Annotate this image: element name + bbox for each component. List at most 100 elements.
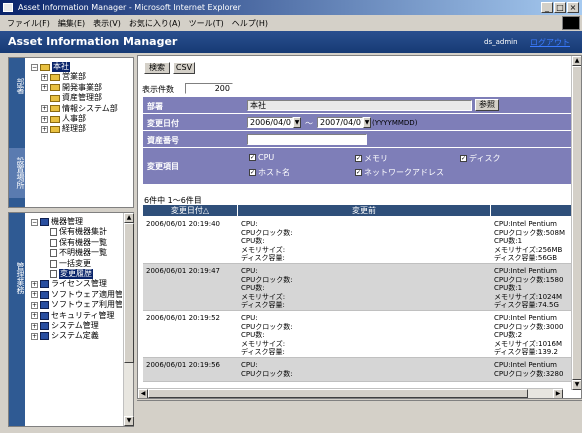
- check-disk[interactable]: ✓ ディスク: [460, 153, 500, 164]
- logout-link[interactable]: ログアウト: [530, 37, 570, 48]
- csv-button[interactable]: CSV: [173, 62, 195, 74]
- scroll-left-icon[interactable]: ◀: [138, 389, 148, 398]
- cell-before: CPU: CPUクロック数: CPU数: メモリサイズ: ディスク容量:: [241, 220, 293, 262]
- tree-node[interactable]: 変更履歴: [41, 269, 93, 279]
- tree-node-label: 営業部: [62, 72, 86, 82]
- table-row[interactable]: 2006/06/01 20:19:47 CPU: CPUクロック数: CPU数: …: [143, 264, 573, 311]
- cell-after: CPU:Intel Pentium CPUクロック数:508M CPU数:1 メ…: [494, 220, 565, 262]
- task-scrollbar[interactable]: ▲ ▼: [123, 213, 134, 426]
- col-before-header[interactable]: 変更前: [238, 205, 491, 216]
- tab-dept[interactable]: 部署: [9, 66, 25, 106]
- cell-before: CPU: CPUクロック数: CPU数: メモリサイズ: ディスク容量:: [241, 314, 293, 356]
- date-to-field[interactable]: 2007/04/01: [317, 117, 363, 128]
- cell-date: 2006/06/01 20:19:40: [146, 220, 221, 228]
- asset-label: 資産番号: [147, 136, 179, 145]
- scroll-thumb[interactable]: [124, 223, 134, 363]
- ie-icon: [3, 3, 13, 12]
- expand-icon[interactable]: +: [31, 280, 38, 288]
- check-network-address[interactable]: ✓ ネットワークアドレス: [355, 167, 444, 178]
- vscroll-thumb[interactable]: [572, 66, 581, 380]
- table-row[interactable]: 2006/06/01 20:19:40 CPU: CPUクロック数: CPU数: …: [143, 217, 573, 264]
- expand-icon[interactable]: +: [31, 301, 38, 309]
- col-date-header[interactable]: 変更日付△: [143, 205, 238, 216]
- table-row[interactable]: 2006/06/01 20:19:52 CPU: CPUクロック数: CPU数: …: [143, 311, 573, 358]
- menu-favorites[interactable]: お気に入り(A): [125, 18, 185, 29]
- expand-icon[interactable]: +: [41, 73, 48, 81]
- menu-tools[interactable]: ツール(T): [185, 18, 228, 29]
- tree-node-label: 資産管理部: [62, 93, 102, 103]
- table-row[interactable]: 2006/06/01 20:19:56 CPU: CPUクロック数: CPU:Int…: [143, 358, 573, 382]
- tree-node[interactable]: 不明機器一覧: [41, 248, 107, 258]
- tree-node[interactable]: + 情報システム部: [41, 104, 118, 114]
- tree-node[interactable]: + 人事部: [41, 114, 86, 124]
- expand-icon[interactable]: +: [31, 322, 38, 330]
- folder-icon: [50, 125, 60, 133]
- tree-node[interactable]: + システム管理: [31, 321, 99, 331]
- tab-location[interactable]: 設置場所: [9, 148, 25, 198]
- collapse-icon[interactable]: −: [31, 63, 38, 71]
- collapse-icon[interactable]: −: [31, 218, 38, 226]
- cell-after: CPU:Intel Pentium CPUクロック数:3000 CPU数:2 メ…: [494, 314, 564, 356]
- menu-file[interactable]: ファイル(F): [3, 18, 54, 29]
- scroll-up-icon[interactable]: ▲: [572, 56, 581, 66]
- page-icon: [50, 259, 57, 268]
- tree-node[interactable]: + 開発事業部: [41, 83, 102, 93]
- status-bar: [137, 400, 582, 433]
- ref-button[interactable]: 参照: [475, 99, 499, 111]
- tree-node[interactable]: + システム定義: [31, 331, 99, 341]
- tree-node[interactable]: − 本社: [31, 62, 70, 72]
- menu-view[interactable]: 表示(V): [89, 18, 125, 29]
- scroll-up-icon[interactable]: ▲: [124, 213, 134, 223]
- search-button[interactable]: 検索: [144, 62, 170, 74]
- menu-edit[interactable]: 編集(E): [54, 18, 89, 29]
- tree-node-label: ソフトウェア適用管理: [51, 289, 122, 299]
- check-memory[interactable]: ✓ メモリ: [355, 153, 388, 164]
- expand-icon[interactable]: +: [41, 115, 48, 123]
- tree-node[interactable]: 保有機器集計: [41, 227, 107, 237]
- scroll-down-icon[interactable]: ▼: [572, 380, 581, 390]
- folder-icon: [50, 73, 60, 81]
- expand-icon[interactable]: +: [41, 105, 48, 113]
- tree-node[interactable]: 保有機器一覧: [41, 238, 107, 248]
- tree-node-label: 開発事業部: [62, 82, 102, 92]
- tree-node-label: 経理部: [62, 124, 86, 134]
- tree-node[interactable]: 一括変更: [41, 259, 91, 269]
- date-format-hint: (YYYYMMDD): [372, 119, 418, 127]
- tree-node[interactable]: − 機器管理: [31, 217, 83, 227]
- expand-icon[interactable]: +: [31, 312, 38, 320]
- dept-field[interactable]: 本社: [247, 100, 472, 111]
- col-after-header[interactable]: [491, 205, 573, 216]
- tree-node[interactable]: + 経理部: [41, 124, 86, 134]
- check-hostname[interactable]: ✓ ホスト名: [249, 167, 290, 178]
- calendar-to-icon[interactable]: ▼: [363, 117, 371, 128]
- tab-management[interactable]: 管理業務: [9, 253, 25, 303]
- browser-window: Asset Information Manager - Microsoft In…: [0, 0, 582, 433]
- expand-icon[interactable]: +: [41, 125, 48, 133]
- module-icon: [40, 218, 49, 226]
- minimize-button[interactable]: _: [541, 2, 553, 13]
- main-vscrollbar[interactable]: ▲ ▼: [571, 56, 581, 390]
- task-tree: − 機器管理 保有機器集計 保有機器一覧 不明機器一覧 一括変更 変更履歴 + ライセンス管理 +…: [27, 213, 122, 426]
- tree-node[interactable]: + セキュリティ管理: [31, 311, 115, 321]
- expand-icon[interactable]: +: [41, 84, 48, 92]
- expand-icon[interactable]: +: [31, 291, 38, 299]
- tree-node[interactable]: 資産管理部: [41, 93, 102, 103]
- asset-number-field[interactable]: [247, 134, 367, 145]
- tree-node[interactable]: + ソフトウェア利用管理: [31, 300, 122, 310]
- tree-node[interactable]: + 営業部: [41, 72, 86, 82]
- menu-help[interactable]: ヘルプ(H): [228, 18, 272, 29]
- maximize-button[interactable]: □: [554, 2, 566, 13]
- scroll-down-icon[interactable]: ▼: [124, 416, 134, 426]
- main-hscrollbar[interactable]: ◀ ▶: [138, 388, 563, 398]
- date-from-field[interactable]: 2006/04/01: [247, 117, 293, 128]
- tree-node[interactable]: + ソフトウェア適用管理: [31, 290, 122, 300]
- tree-node[interactable]: + ライセンス管理: [31, 279, 107, 289]
- page-icon: [50, 228, 57, 237]
- close-button[interactable]: ×: [567, 2, 579, 13]
- expand-icon[interactable]: +: [31, 332, 38, 340]
- check-cpu[interactable]: ✓ CPU: [249, 153, 274, 162]
- display-count-input[interactable]: 200: [185, 83, 233, 94]
- calendar-from-icon[interactable]: ▼: [293, 117, 301, 128]
- hscroll-thumb[interactable]: [148, 389, 528, 398]
- scroll-right-icon[interactable]: ▶: [553, 389, 563, 398]
